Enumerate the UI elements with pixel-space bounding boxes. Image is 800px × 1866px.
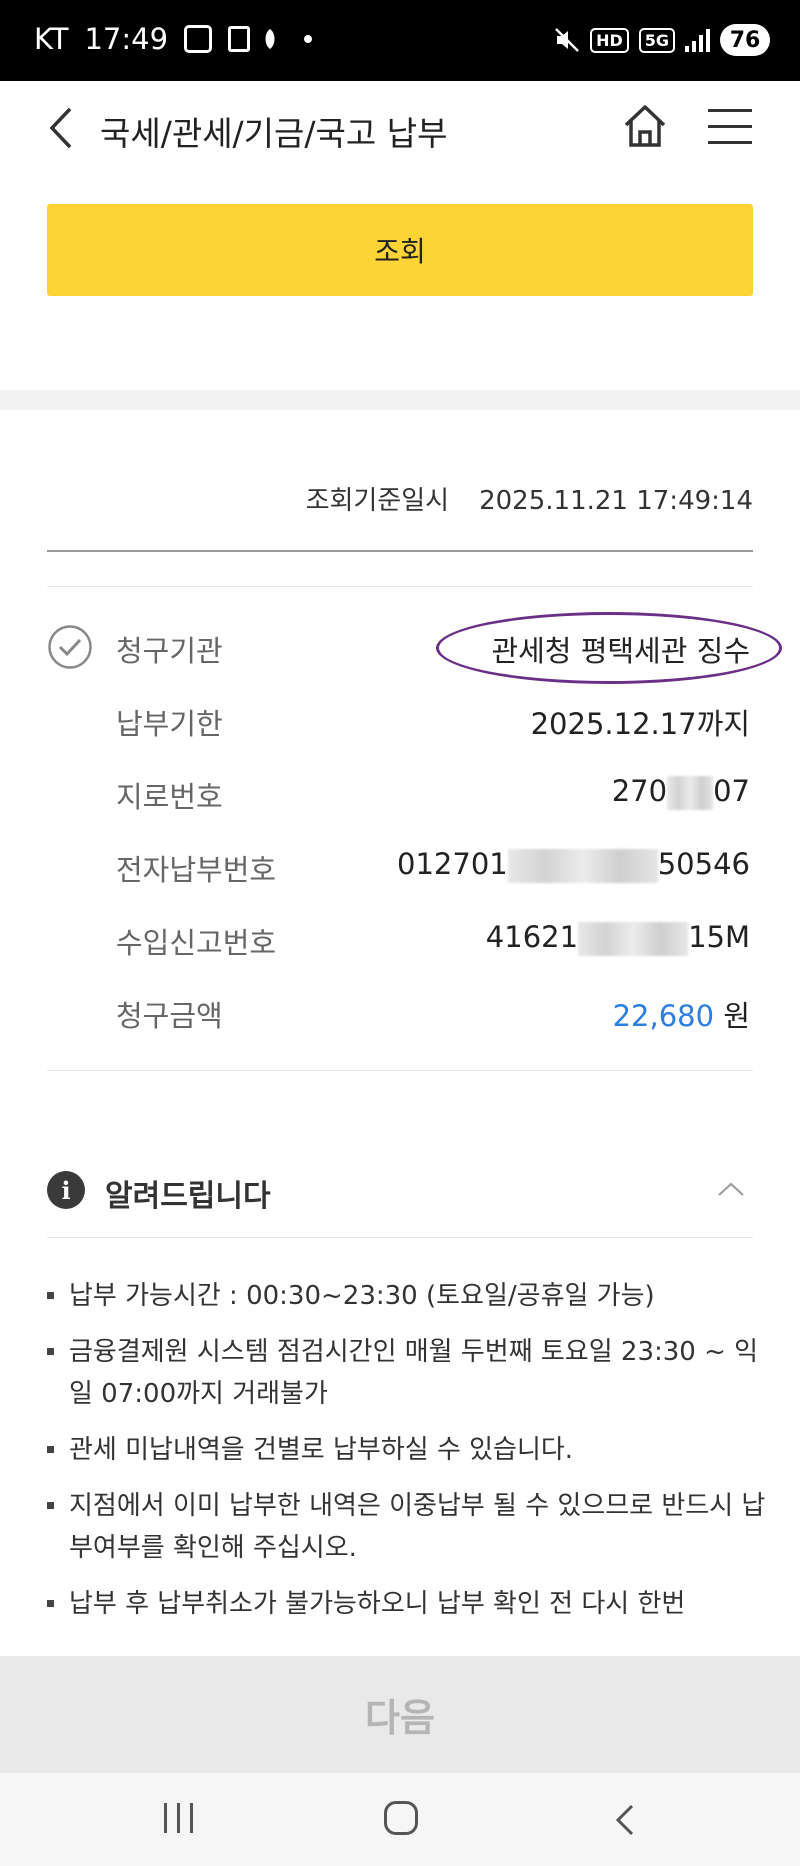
page-title: 국세/관세/기금/국고 납부 [100, 114, 448, 153]
reference-datetime: 조회기준일시 2025.11.21 17:49:14 [47, 480, 753, 517]
redacted-blur [578, 922, 689, 956]
bill-row-due-date: 납부기한 2025.12.17까지 [116, 695, 752, 745]
bill-label: 청구기관 [116, 634, 223, 668]
network-badge: 5G [638, 27, 675, 53]
bill-label: 수입신고번호 [116, 926, 277, 960]
clock: 17:49 [84, 22, 169, 56]
notice-item: 지점에서 이미 납부한 내역은 이중납부 될 수 있으므로 반드시 납부여부를 … [47, 1485, 767, 1569]
value-prefix: 270 [611, 774, 668, 808]
home-nav-icon[interactable] [384, 1801, 418, 1835]
bill-row-amount: 청구금액 22,680 원 [116, 987, 752, 1037]
notification-icon [265, 29, 275, 49]
bill-value: 22,680 원 [613, 993, 750, 1035]
bill-label: 전자납부번호 [116, 853, 277, 887]
value-prefix: 41621 [485, 920, 579, 954]
carrier-label: KT [34, 22, 69, 56]
handwritten-circle-annotation [436, 612, 782, 684]
chevron-up-icon[interactable] [717, 1181, 745, 1197]
recent-apps-icon[interactable] [160, 1803, 196, 1837]
notice-item: 납부 가능시간 : 00:30~23:30 (토요일/공휴일 가능) [47, 1275, 767, 1317]
value-suffix: 07 [713, 774, 750, 808]
divider [47, 550, 753, 552]
battery-indicator: 76 [720, 24, 770, 56]
signal-icon [685, 28, 710, 52]
bill-value: 012701 50546 [397, 847, 750, 883]
screenshot-icon [184, 25, 213, 53]
system-nav-bar [0, 1773, 800, 1866]
notice-item: 금융결제원 시스템 점검시간인 매월 두번째 토요일 23:30 ~ 익일 07… [47, 1331, 767, 1415]
bill-value: 270 07 [612, 774, 750, 810]
notice-title: 알려드립니다 [105, 1179, 271, 1214]
divider [47, 586, 753, 587]
bill-label: 납부기한 [116, 707, 223, 741]
hd-badge: HD [590, 27, 629, 53]
back-nav-icon[interactable] [610, 1803, 640, 1837]
status-right: HD 5G 76 [554, 24, 770, 56]
info-icon: i [47, 1171, 85, 1209]
notice-item: 관세 미납내역을 건별로 납부하실 수 있습니다. [47, 1429, 767, 1471]
bill-row-giro-number: 지로번호 270 07 [116, 768, 752, 818]
reference-value: 2025.11.21 17:49:14 [479, 486, 753, 516]
bill-row-import-declaration: 수입신고번호 41621 15M [116, 914, 752, 964]
menu-icon[interactable] [708, 109, 752, 145]
amount-unit: 원 [723, 999, 750, 1033]
home-icon[interactable] [620, 101, 670, 151]
value-suffix: 15M [688, 920, 750, 954]
app-header: 국세/관세/기금/국고 납부 [0, 81, 800, 177]
status-bar: KT 17:49 HD 5G 76 [0, 0, 800, 81]
inquiry-button[interactable]: 조회 [47, 204, 753, 296]
next-button[interactable]: 다음 [0, 1656, 800, 1773]
bill-row-epay-number: 전자납부번호 012701 50546 [116, 841, 752, 891]
check-circle-icon[interactable] [47, 624, 93, 670]
notice-header[interactable]: i 알려드립니다 [47, 1165, 753, 1215]
more-notifications-dot-icon [304, 35, 313, 43]
value-suffix: 50546 [657, 847, 750, 881]
bill-label: 지로번호 [116, 780, 223, 814]
notice-item: 납부 후 납부취소가 불가능하오니 납부 확인 전 다시 한번 [47, 1583, 767, 1625]
back-icon[interactable] [42, 103, 82, 153]
app-notification-icon [228, 26, 251, 52]
divider [47, 1237, 753, 1238]
mute-icon [555, 28, 579, 52]
bill-value: 2025.12.17까지 [530, 707, 750, 741]
amount-value: 22,680 [612, 999, 715, 1033]
section-separator [0, 390, 800, 410]
reference-label: 조회기준일시 [305, 486, 450, 516]
redacted-blur [507, 849, 658, 883]
bill-value: 41621 15M [486, 920, 750, 956]
bill-label: 청구금액 [116, 999, 223, 1033]
redacted-blur [667, 776, 714, 810]
divider [47, 1070, 753, 1071]
notice-list: 납부 가능시간 : 00:30~23:30 (토요일/공휴일 가능) 금융결제원… [47, 1275, 767, 1639]
status-left: KT 17:49 [34, 22, 313, 56]
value-prefix: 012701 [397, 847, 508, 881]
